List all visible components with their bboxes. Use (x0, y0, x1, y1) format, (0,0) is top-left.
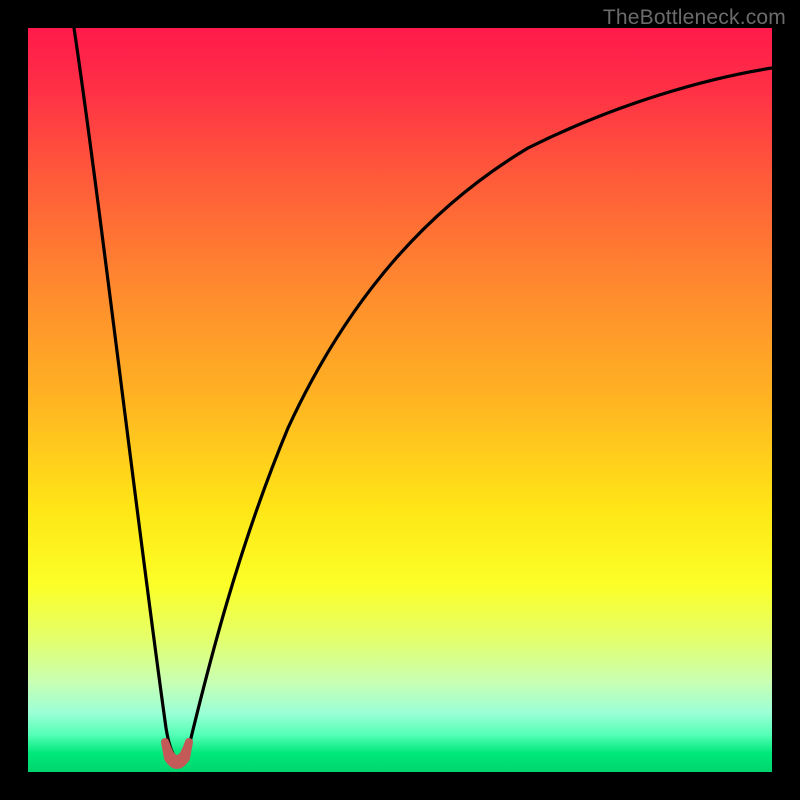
watermark-text: TheBottleneck.com (603, 6, 786, 30)
notch-marker (165, 742, 189, 765)
curve-path (74, 28, 772, 761)
bottleneck-curve (28, 28, 772, 772)
chart-area (28, 28, 772, 772)
